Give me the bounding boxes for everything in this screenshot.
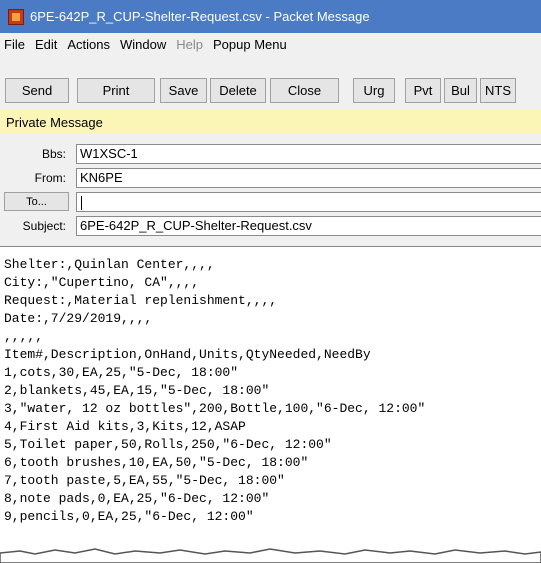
banner-text: Private Message	[6, 114, 103, 130]
menu-file[interactable]: File	[0, 37, 30, 52]
to-field[interactable]	[76, 192, 541, 212]
toolbar: Send Print Save Delete Close Urg Pvt Bul…	[0, 56, 541, 103]
to-row: To...	[0, 192, 541, 214]
message-body[interactable]: Shelter:,Quinlan Center,,,, City:,"Cuper…	[0, 246, 541, 563]
close-button[interactable]: Close	[270, 78, 339, 103]
title-bar[interactable]: 6PE-642P_R_CUP-Shelter-Request.csv - Pac…	[0, 0, 541, 33]
window-title: 6PE-642P_R_CUP-Shelter-Request.csv - Pac…	[30, 9, 370, 24]
from-label: From:	[34, 171, 66, 185]
body-line: 2,blankets,45,EA,15,"5-Dec, 18:00"	[4, 383, 270, 398]
private-button[interactable]: Pvt	[405, 78, 441, 103]
torn-edge-decoration	[0, 548, 541, 563]
subject-label: Subject:	[22, 219, 66, 233]
packet-message-window: 6PE-642P_R_CUP-Shelter-Request.csv - Pac…	[0, 0, 541, 563]
body-line: Shelter:,Quinlan Center,,,,	[4, 257, 215, 272]
bbs-row: Bbs: W1XSC-1	[0, 144, 541, 166]
bbs-field[interactable]: W1XSC-1	[76, 144, 541, 164]
private-message-banner: Private Message	[0, 110, 541, 134]
save-button[interactable]: Save	[160, 78, 207, 103]
body-line: 5,Toilet paper,50,Rolls,250,"6-Dec, 12:0…	[4, 437, 332, 452]
text-caret	[81, 195, 82, 210]
body-line: Request:,Material replenishment,,,,	[4, 293, 278, 308]
body-line: 1,cots,30,EA,25,"5-Dec, 18:00"	[4, 365, 239, 380]
urgent-button[interactable]: Urg	[353, 78, 395, 103]
body-line: 8,note pads,0,EA,25,"6-Dec, 12:00"	[4, 491, 270, 506]
print-button[interactable]: Print	[77, 78, 155, 103]
menu-help[interactable]: Help	[171, 37, 208, 52]
delete-button[interactable]: Delete	[210, 78, 266, 103]
menu-bar: File Edit Actions Window Help Popup Menu	[0, 33, 541, 56]
menu-actions[interactable]: Actions	[62, 37, 115, 52]
from-row: From: KN6PE	[0, 168, 541, 190]
body-line: 7,tooth paste,5,EA,55,"5-Dec, 18:00"	[4, 473, 285, 488]
menu-popup[interactable]: Popup Menu	[208, 37, 292, 52]
body-line: 3,"water, 12 oz bottles",200,Bottle,100,…	[4, 401, 426, 416]
body-line: Date:,7/29/2019,,,,	[4, 311, 153, 326]
body-line: ,,,,,	[4, 329, 44, 344]
to-button[interactable]: To...	[4, 192, 69, 211]
send-button[interactable]: Send	[5, 78, 69, 103]
subject-field[interactable]: 6PE-642P_R_CUP-Shelter-Request.csv	[76, 216, 541, 236]
bulletin-button[interactable]: Bul	[444, 78, 477, 103]
body-line: 9,pencils,0,EA,25,"6-Dec, 12:00"	[4, 509, 254, 524]
subject-row: Subject: 6PE-642P_R_CUP-Shelter-Request.…	[0, 216, 541, 238]
from-field[interactable]: KN6PE	[76, 168, 541, 188]
menu-window[interactable]: Window	[115, 37, 171, 52]
body-line: City:,"Cupertino, CA",,,,	[4, 275, 200, 290]
nts-button[interactable]: NTS	[480, 78, 516, 103]
body-line: 4,First Aid kits,3,Kits,12,ASAP	[4, 419, 246, 434]
body-line: 6,tooth brushes,10,EA,50,"5-Dec, 18:00"	[4, 455, 309, 470]
menu-edit[interactable]: Edit	[30, 37, 62, 52]
app-icon	[8, 8, 24, 25]
body-line: Item#,Description,OnHand,Units,QtyNeeded…	[4, 347, 371, 362]
bbs-label: Bbs:	[41, 147, 66, 161]
